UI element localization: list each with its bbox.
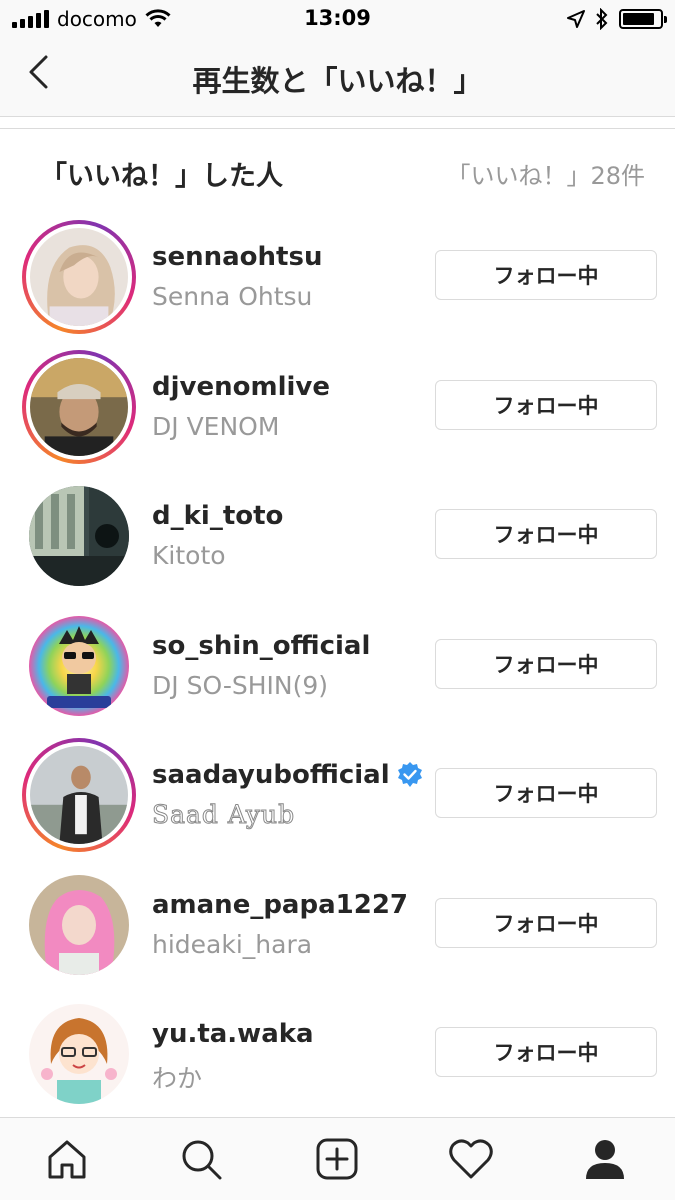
following-button[interactable]: フォロー中: [435, 638, 657, 689]
story-ring[interactable]: [22, 220, 136, 334]
username[interactable]: d_ki_toto: [152, 501, 283, 531]
nav-header: 再生数と「いいね！」: [0, 38, 675, 116]
following-button[interactable]: フォロー中: [435, 1027, 657, 1077]
full-name: Kitoto: [152, 541, 226, 570]
home-icon: [48, 1140, 86, 1179]
tab-add-post[interactable]: [314, 1136, 360, 1182]
tab-home[interactable]: [44, 1136, 90, 1182]
search-icon: [182, 1140, 222, 1180]
following-button[interactable]: フォロー中: [435, 250, 657, 300]
tab-bar: [0, 1117, 675, 1200]
following-button[interactable]: フォロー中: [435, 509, 657, 559]
full-name: Senna Ohtsu: [152, 282, 313, 311]
section-title: 「いいね！」した人: [40, 161, 283, 192]
status-bar: docomo 13:09: [0, 0, 675, 38]
avatar: [29, 1004, 129, 1104]
avatar: [30, 357, 128, 456]
status-right: [567, 6, 667, 32]
add-post-icon: [316, 1138, 358, 1180]
following-button[interactable]: フォロー中: [435, 897, 657, 948]
location-arrow-icon: [567, 10, 585, 28]
username[interactable]: so_shin_official: [152, 631, 370, 661]
battery-icon: [619, 9, 667, 29]
profile-icon: [586, 1140, 624, 1179]
full-name: hideaki_hara: [152, 929, 313, 959]
story-ring[interactable]: [22, 349, 136, 464]
full-name: DJ SO-SHIN(9): [152, 670, 328, 700]
avatar: [29, 615, 129, 716]
verified-badge-icon: [397, 762, 422, 787]
full-name: DJ VENOM: [152, 411, 280, 441]
username[interactable]: amane_papa1227: [152, 890, 408, 920]
following-button[interactable]: フォロー中: [435, 379, 657, 430]
avatar-wrap[interactable]: [22, 997, 136, 1111]
tab-search[interactable]: [178, 1136, 224, 1182]
avatar: [30, 228, 128, 326]
list-item[interactable]: sennaohtsu Senna Ohtsu フォロー中: [0, 210, 675, 340]
battery-level: [623, 13, 654, 25]
divider: [0, 128, 675, 129]
list-item[interactable]: yu.ta.waka わか フォロー中: [0, 987, 675, 1117]
full-name: わか: [152, 1064, 203, 1093]
avatar-wrap[interactable]: [22, 609, 136, 723]
username[interactable]: sennaohtsu: [152, 242, 322, 272]
list-item[interactable]: amane_papa1227 hideaki_hara フォロー中: [0, 858, 675, 988]
tab-activity[interactable]: [448, 1136, 494, 1182]
liker-list: sennaohtsu Senna Ohtsu フォロー中 djvenomlive…: [0, 210, 675, 1117]
divider: [0, 116, 675, 117]
heart-icon: [449, 1139, 493, 1179]
username[interactable]: yu.ta.waka: [152, 1019, 314, 1049]
list-item[interactable]: d_ki_toto Kitoto フォロー中: [0, 469, 675, 599]
avatar-wrap[interactable]: [22, 479, 136, 593]
list-item[interactable]: djvenomlive DJ VENOM フォロー中: [0, 340, 675, 470]
username[interactable]: saadayubofficial: [152, 760, 424, 790]
story-ring[interactable]: [22, 738, 136, 852]
avatar: [30, 746, 128, 844]
bluetooth-icon: [596, 8, 608, 30]
tab-profile[interactable]: [582, 1136, 628, 1182]
full-name: Saad Ayub: [151, 800, 296, 830]
likes-section-header: 「いいね！」した人 「いいね！」28件: [0, 150, 675, 194]
list-item[interactable]: so_shin_official DJ SO-SHIN(9) フォロー中: [0, 599, 675, 729]
avatar: [29, 874, 129, 975]
avatar-wrap[interactable]: [22, 868, 136, 982]
following-button[interactable]: フォロー中: [435, 768, 657, 818]
username[interactable]: djvenomlive: [152, 372, 330, 402]
avatar: [29, 486, 129, 586]
likes-count: 「いいね！」28件: [446, 162, 645, 190]
page-title: 再生数と「いいね！」: [192, 64, 483, 98]
list-item[interactable]: saadayubofficial Saad Ayub フォロー中: [0, 728, 675, 858]
